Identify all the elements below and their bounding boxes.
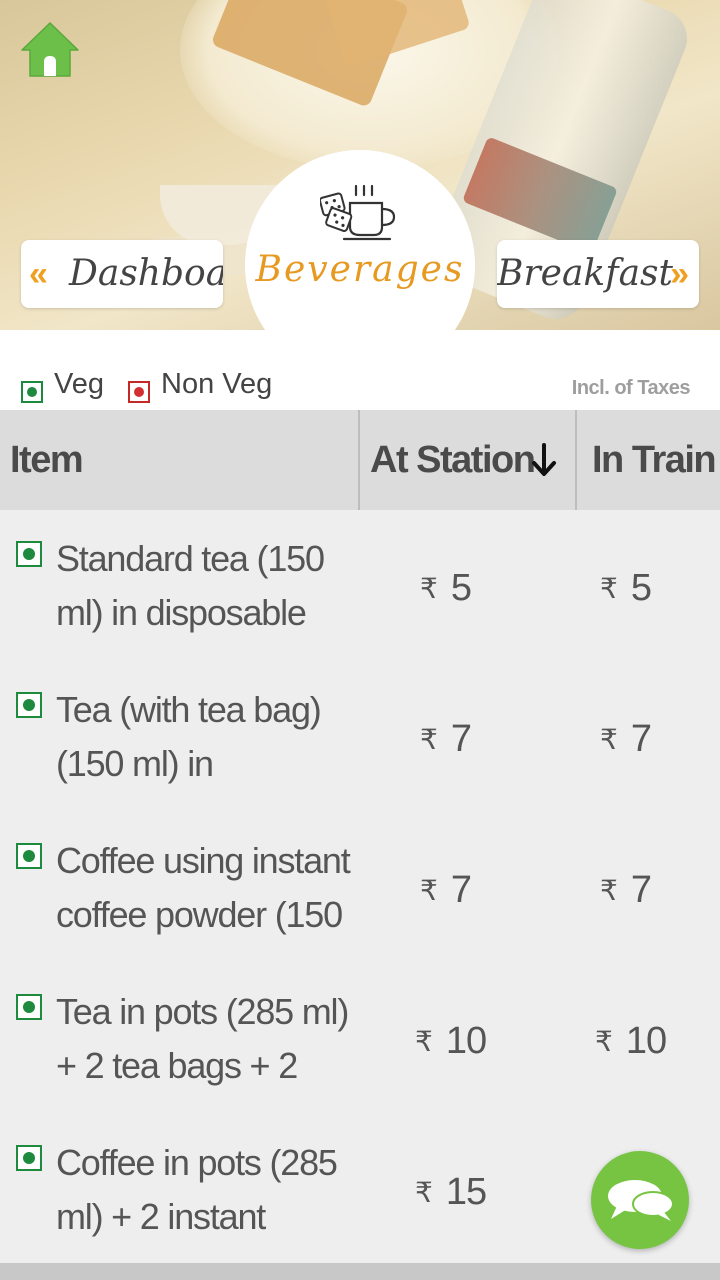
chat-bubbles-icon (608, 1180, 674, 1221)
price-in-train: ₹10 (595, 1011, 667, 1071)
tax-note: Incl. of Taxes (571, 377, 691, 399)
price-in-train: ₹7 (600, 709, 652, 769)
next-category-tab[interactable]: Breakfast » (497, 240, 699, 308)
veg-indicator-icon (21, 381, 43, 403)
price-value: 10 (625, 1020, 667, 1062)
column-header-in-train[interactable]: In Train (592, 410, 717, 510)
price-value: 7 (630, 869, 652, 911)
nonveg-indicator-icon (128, 381, 150, 403)
home-button[interactable] (20, 20, 80, 80)
veg-label: Veg (54, 368, 104, 400)
previous-category-tab[interactable]: « Dashboa (21, 240, 223, 308)
tea-cup-with-biscuits-icon (318, 183, 400, 243)
price-at-station: ₹5 (420, 558, 472, 618)
price-at-station: ₹15 (415, 1162, 487, 1222)
veg-indicator-icon (16, 692, 42, 718)
table-row[interactable]: Standard tea (150 ml) in disposable ₹5 ₹… (0, 510, 720, 660)
current-category-label: Beverages (255, 249, 465, 290)
column-divider (358, 410, 360, 510)
bottom-bar (0, 1263, 720, 1280)
item-name: Tea in pots (285 ml) + 2 tea bags + 2 (56, 991, 349, 1086)
veg-indicator-icon (16, 541, 42, 567)
price-value: 5 (450, 567, 472, 609)
table-row[interactable]: Tea in pots (285 ml) + 2 tea bags + 2 ₹1… (0, 963, 720, 1113)
price-value: 5 (630, 567, 652, 609)
veg-indicator-icon (16, 843, 42, 869)
price-value: 15 (445, 1171, 487, 1213)
rupee-icon: ₹ (420, 875, 438, 906)
chevron-left-icon: « (29, 255, 48, 293)
previous-category-label: Dashboa (69, 253, 223, 294)
arrow-down-icon[interactable] (530, 442, 558, 478)
price-at-station: ₹7 (420, 860, 472, 920)
item-name: Coffee using instant coffee powder (150 (56, 840, 351, 935)
veg-indicator-icon (16, 994, 42, 1020)
next-category-label: Breakfast (497, 253, 673, 294)
price-value: 7 (450, 869, 472, 911)
rupee-icon: ₹ (420, 573, 438, 604)
item-name: Standard tea (150 ml) in disposable (56, 538, 325, 633)
price-value: 7 (450, 718, 472, 760)
column-header-at-station[interactable]: At Station (370, 410, 536, 510)
food-type-legend: Veg Non Veg Incl. of Taxes (0, 330, 720, 410)
column-divider (575, 410, 577, 510)
chevron-right-icon: » (670, 255, 689, 293)
column-header-item: Item (10, 439, 84, 481)
price-value: 10 (445, 1020, 487, 1062)
rupee-icon: ₹ (420, 724, 438, 755)
price-value: 7 (630, 718, 652, 760)
table-header: Item At Station In Train (0, 410, 720, 510)
table-row[interactable]: Tea (with tea bag) (150 ml) in ₹7 ₹7 (0, 661, 720, 811)
rupee-icon: ₹ (415, 1177, 433, 1208)
veg-indicator-icon (16, 1145, 42, 1171)
price-in-train: ₹5 (600, 558, 652, 618)
price-at-station: ₹10 (415, 1011, 487, 1071)
table-row[interactable]: Coffee using instant coffee powder (150 … (0, 812, 720, 962)
rupee-icon: ₹ (600, 724, 618, 755)
item-name: Tea (with tea bag) (150 ml) in (56, 689, 322, 784)
rupee-icon: ₹ (600, 573, 618, 604)
category-header: Beverages « Dashboa Breakfast » (0, 0, 720, 330)
rupee-icon: ₹ (595, 1026, 613, 1057)
item-name: Coffee in pots (285 ml) + 2 instant (56, 1142, 338, 1237)
price-in-train: ₹7 (600, 860, 652, 920)
rupee-icon: ₹ (415, 1026, 433, 1057)
nonveg-label: Non Veg (161, 368, 273, 400)
home-icon (21, 22, 79, 77)
chat-button[interactable] (591, 1151, 689, 1249)
rupee-icon: ₹ (600, 875, 618, 906)
price-at-station: ₹7 (420, 709, 472, 769)
